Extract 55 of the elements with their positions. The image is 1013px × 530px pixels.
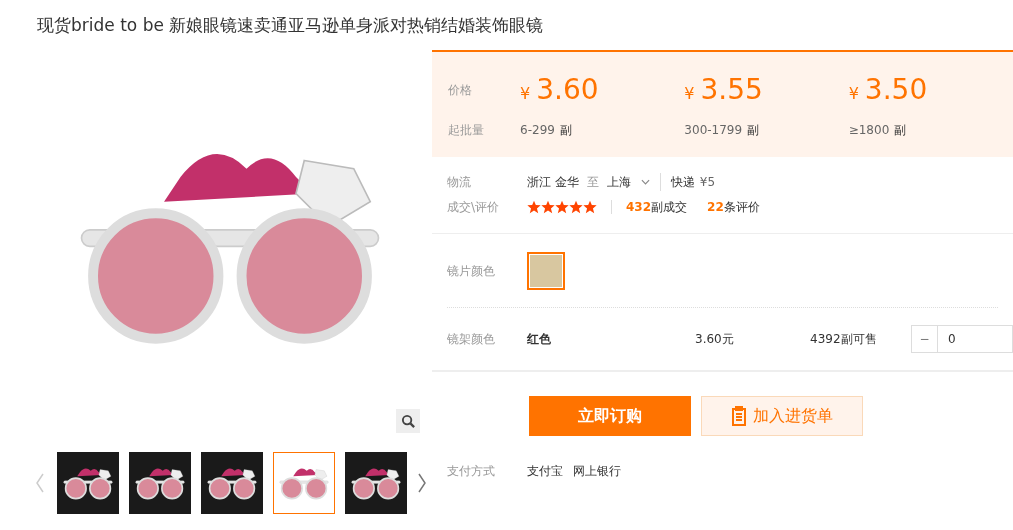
quantity-field[interactable]: 0 — [938, 325, 1013, 353]
shipping-fee: ¥5 — [699, 174, 716, 191]
color-swatch[interactable] — [527, 251, 565, 290]
quantity-unit: 副 — [894, 122, 907, 139]
stock-count: 4392副可售 — [810, 331, 878, 348]
currency-symbol: ¥ — [848, 83, 859, 105]
chevron-right-icon — [417, 473, 427, 493]
decrease-button[interactable]: − — [911, 325, 938, 353]
next-arrow[interactable] — [417, 473, 429, 493]
order-now-button[interactable]: 立即订购 — [529, 396, 691, 436]
frame-color-name: 红色 — [527, 331, 552, 348]
star-icon — [527, 200, 541, 214]
quantity-unit: 副 — [559, 122, 572, 139]
quantity-range: ≥1800 — [848, 122, 890, 139]
thumbnail[interactable] — [201, 452, 263, 514]
logistics-label: 物流 — [447, 174, 472, 191]
thumbnail[interactable] — [57, 452, 119, 514]
star-icon — [541, 200, 555, 214]
price-value: 3.60 — [536, 72, 599, 108]
deals-label: 成交\评价 — [447, 199, 501, 216]
min-quantity-label: 起批量 — [448, 122, 485, 139]
payment-method: 支付宝 — [527, 463, 563, 480]
search-icon — [400, 413, 416, 429]
quantity-unit: 副 — [747, 122, 760, 139]
thumbnail[interactable] — [129, 452, 191, 514]
destination-dropdown[interactable]: 上海 — [606, 173, 661, 191]
currency-symbol: ¥ — [684, 83, 695, 105]
thumbnail[interactable] — [273, 452, 335, 514]
origin-location: 浙江 金华 — [527, 174, 579, 191]
sold-count: 432副成交 — [626, 199, 688, 216]
currency-symbol: ¥ — [520, 83, 531, 105]
chevron-down-icon — [640, 179, 650, 185]
frame-color-label: 镜架颜色 — [447, 331, 496, 348]
add-to-cart-button[interactable]: 加入进货单 — [701, 396, 863, 436]
price-value: 3.50 — [864, 72, 928, 108]
star-icon — [583, 200, 597, 214]
payment-method: 网上银行 — [573, 463, 621, 480]
price-label: 价格 — [448, 82, 473, 99]
zoom-button[interactable] — [396, 409, 420, 433]
to-word: 至 — [586, 174, 599, 191]
quantity-range: 300-1799 — [684, 122, 743, 139]
lens-color-label: 镜片颜色 — [447, 262, 496, 280]
clipboard-icon — [731, 406, 747, 426]
photo-placeholder — [530, 254, 562, 287]
chevron-left-icon — [35, 473, 45, 493]
payment-label: 支付方式 — [447, 463, 496, 480]
price-value: 3.55 — [700, 72, 763, 108]
quantity-range: 6-299 — [520, 122, 555, 139]
shipping-method: 快递 — [670, 174, 695, 191]
star-icon — [555, 200, 569, 214]
star-icon — [569, 200, 583, 214]
product-title: 现货bride to be 新娘眼镜速卖通亚马逊单身派对热销结婚装饰眼镜 — [36, 14, 545, 37]
thumbnail[interactable] — [345, 452, 407, 514]
unit-price: 3.60元 — [695, 331, 735, 348]
review-count: 22条评价 — [707, 199, 760, 216]
